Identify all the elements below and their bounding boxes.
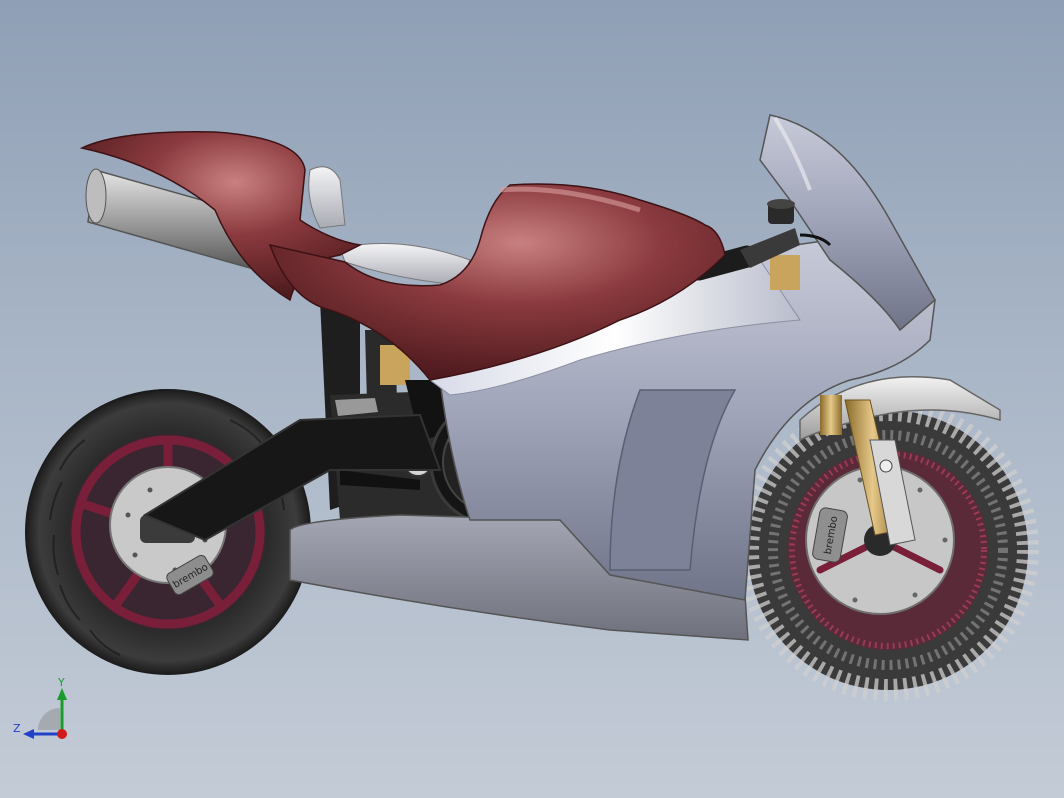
x-axis — [57, 729, 67, 739]
z-axis-label: Z — [13, 722, 21, 735]
y-axis-label: Y — [57, 676, 65, 689]
coordinate-triad: Y Z — [13, 676, 67, 739]
motorcycle-model[interactable]: brembo brembo — [0, 0, 1064, 798]
cad-viewport[interactable]: brembo brembo Y Z — [0, 0, 1064, 798]
rear-wheel: brembo — [25, 389, 311, 675]
